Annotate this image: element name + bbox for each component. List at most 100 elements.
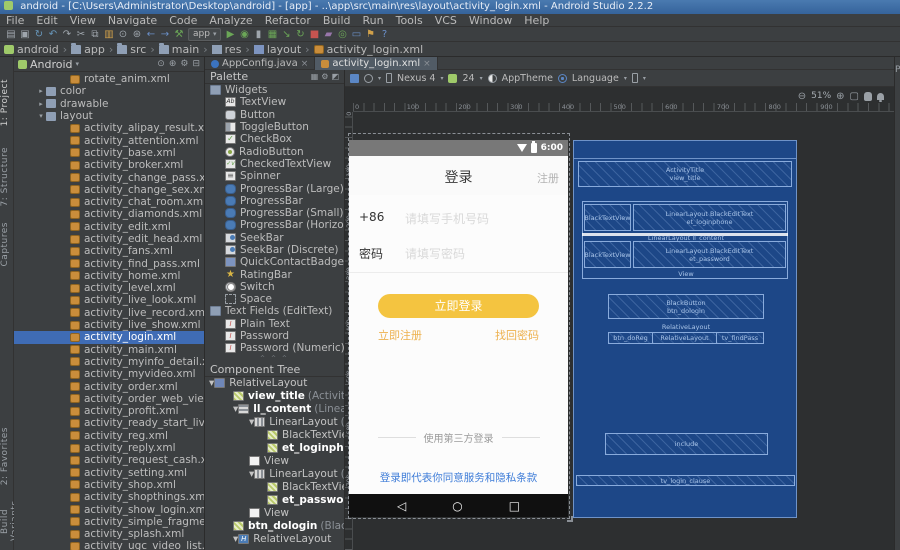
run-config-selector[interactable]: app ▾ (188, 28, 221, 41)
tool-window-button[interactable]: Captures (0, 222, 14, 266)
project-tree-row[interactable]: activity_change_sex.xml (14, 184, 204, 196)
home-nav-icon[interactable]: ○ (452, 499, 462, 513)
project-tree-row[interactable]: drawable (14, 98, 204, 110)
tool-window-button[interactable]: 7: Structure (0, 147, 14, 207)
breadcrumb-item[interactable]: src (117, 43, 158, 56)
blueprint-view-title[interactable]: ActivityTitle view_title (578, 161, 792, 187)
project-tree-row[interactable]: activity_request_cash.xml (14, 454, 204, 466)
expand-arrow-icon[interactable] (36, 87, 46, 95)
toolbar-icon[interactable]: ▦ (265, 28, 279, 41)
tool-window-button[interactable]: 2: Favorites (0, 427, 14, 485)
project-tree-row[interactable]: activity_live_show.xml (14, 319, 204, 331)
palette-item[interactable]: Text Fields (EditText) (205, 305, 344, 317)
toolbar-icon[interactable]: ⊛ (130, 28, 144, 41)
palette-item[interactable]: CheckedTextView (205, 158, 344, 170)
right-tool-strip[interactable]: Properties (894, 57, 900, 550)
toolbar-icon[interactable]: ↷ (60, 28, 74, 41)
orientation-icon[interactable] (632, 73, 638, 83)
breadcrumb-item[interactable]: layout (254, 43, 314, 56)
project-tree-row[interactable]: activity_level.xml (14, 282, 204, 294)
project-tree-row[interactable]: activity_home.xml (14, 270, 204, 282)
component-tree-row[interactable]: view_title (ActivityTitle (205, 390, 344, 403)
recents-nav-icon[interactable]: □ (509, 499, 520, 513)
palette-item[interactable]: Password (205, 330, 344, 342)
editor-tab[interactable]: activity_login.xml × (315, 57, 437, 70)
project-tree-row[interactable]: activity_chat_room.xml (14, 196, 204, 208)
palette-item[interactable]: ProgressBar (Small) (205, 207, 344, 219)
menu-item[interactable]: Code (163, 14, 203, 27)
toolbar-icon[interactable]: ⚑ (363, 28, 377, 41)
project-tree-row[interactable]: activity_main.xml (14, 344, 204, 356)
palette-item[interactable]: Space (205, 293, 344, 305)
menu-item[interactable]: Analyze (203, 14, 258, 27)
palette-item[interactable]: ProgressBar (205, 195, 344, 207)
palette-item[interactable]: ProgressBar (Large) (205, 182, 344, 194)
breadcrumb-item[interactable]: app (71, 43, 117, 56)
toolbar-icon[interactable]: ↻ (293, 28, 307, 41)
palette-item[interactable]: TextView (205, 96, 344, 108)
project-tree-row[interactable]: activity_shop.xml (14, 479, 204, 491)
panel-header-icon[interactable]: ▦ (311, 72, 319, 81)
project-tree-row[interactable]: activity_change_pass.xml (14, 171, 204, 183)
component-tree-row[interactable]: View (205, 507, 344, 520)
component-tree-row[interactable]: LinearLayout ( (205, 468, 344, 481)
component-tree-row[interactable]: btn_dologin (BlackButton (205, 520, 344, 533)
component-tree-row[interactable]: RelativeLayout (205, 377, 344, 390)
project-tree-row[interactable]: activity_shopthings.xml (14, 491, 204, 503)
project-tree-row[interactable]: activity_show_login.xml (14, 503, 204, 515)
palette-item[interactable]: SeekBar (205, 232, 344, 244)
properties-tool-button[interactable]: Properties (895, 65, 900, 75)
component-tree-row[interactable]: LinearLayout ( (205, 416, 344, 429)
toolbar-icon[interactable]: ⚒ (172, 28, 186, 41)
palette-item[interactable]: RatingBar (205, 268, 344, 280)
toolbar-icon[interactable]: → (158, 28, 172, 41)
menu-item[interactable]: VCS (429, 14, 463, 27)
palette-item[interactable]: SeekBar (Discrete) (205, 244, 344, 256)
menu-item[interactable]: Run (357, 14, 390, 27)
panel-header-icon[interactable]: ⚙ (321, 72, 328, 81)
menu-item[interactable]: Build (317, 14, 357, 27)
toolbar-icon[interactable]: ▭ (349, 28, 363, 41)
palette-item[interactable]: Widgets (205, 84, 344, 96)
toolbar-icon[interactable]: ▤ (4, 28, 18, 41)
breadcrumb-item[interactable]: android (4, 43, 71, 56)
blueprint-tv-login-clause[interactable]: tv_login_clause (576, 475, 795, 486)
component-tree-row[interactable]: RelativeLayout (205, 533, 344, 546)
project-tree-row[interactable]: activity_simple_fragment.xml (14, 516, 204, 528)
panel-splitter[interactable]: ^ ^ ^ (205, 355, 344, 363)
toolbar-icon[interactable]: ✂ (74, 28, 88, 41)
panel-header-icon[interactable]: ⊕ (169, 59, 177, 69)
zoom-out-icon[interactable]: ⊖ (798, 91, 806, 102)
theme-selector[interactable]: AppTheme (502, 73, 553, 84)
blueprint-black-textview-1[interactable]: BlackTextView (584, 204, 631, 231)
component-tree-row[interactable]: BlackTextView (205, 429, 344, 442)
palette-item[interactable]: ToggleButton (205, 121, 344, 133)
toolbar-icon[interactable]: ⊙ (116, 28, 130, 41)
tool-window-button[interactable]: Build Variants (0, 492, 14, 550)
menu-item[interactable]: Refactor (259, 14, 317, 27)
project-tree-row[interactable]: activity_login.xml (14, 331, 204, 343)
terms-clause-link[interactable]: 登录即代表你同意服务和隐私条款 (349, 470, 568, 485)
find-password-link[interactable]: 找回密码 (495, 327, 539, 343)
toolbar-icon[interactable]: ⧉ (88, 28, 102, 41)
project-tree-row[interactable]: activity_splash.xml (14, 528, 204, 540)
component-tree-row[interactable]: et_loginphone (205, 442, 344, 455)
api-selector[interactable]: 24 (462, 73, 474, 84)
component-tree-row[interactable]: et_password (205, 494, 344, 507)
pan-icon[interactable] (864, 92, 872, 101)
project-tree-row[interactable]: activity_myinfo_detail.xml (14, 356, 204, 368)
blueprint-bottom-row[interactable]: btn_doReg RelativeLayout tv_findPass (608, 332, 764, 344)
menu-item[interactable]: Navigate (102, 14, 163, 27)
palette-item[interactable]: Password (Numeric) (205, 342, 344, 354)
breadcrumb-item[interactable]: main (159, 43, 212, 56)
blueprint-btn-dologin[interactable]: BlackButton btn_dologin (608, 294, 764, 319)
project-tree-row[interactable]: color (14, 85, 204, 97)
toolbar-icon[interactable]: ▮ (251, 28, 265, 41)
close-icon[interactable]: × (423, 59, 431, 69)
close-icon[interactable]: × (301, 59, 309, 69)
project-tree-row[interactable]: activity_alipay_result.xml (14, 122, 204, 134)
blueprint-black-textview-2[interactable]: BlackTextView (584, 241, 631, 268)
toolbar-icon[interactable]: ? (377, 28, 391, 41)
blueprint-include[interactable]: include (605, 433, 768, 455)
login-button[interactable]: 立即登录 (378, 294, 539, 318)
